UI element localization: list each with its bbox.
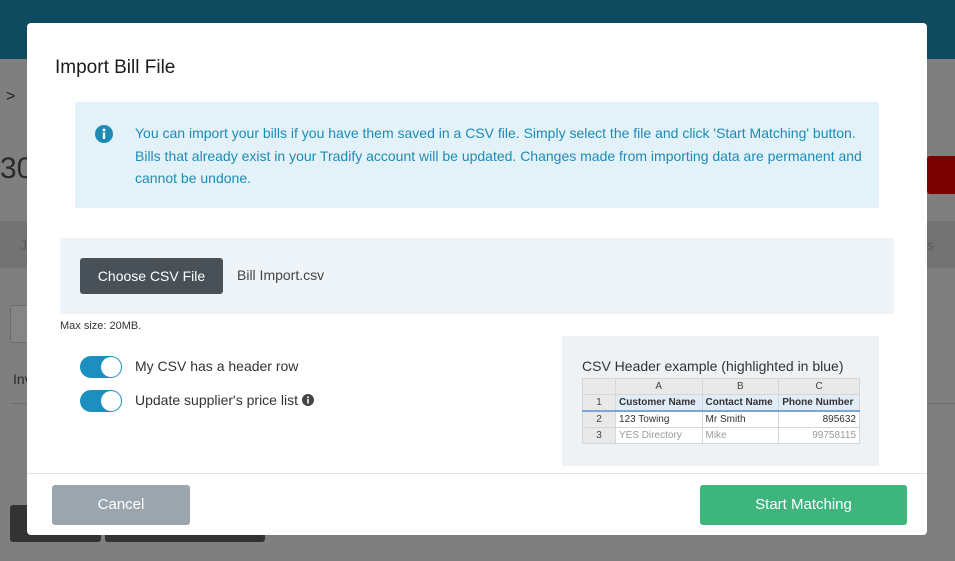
sheet-row-number: 2 [582,410,616,428]
sheet-row-number: 3 [582,427,616,444]
sheet-column-header-row: A B C [582,378,860,395]
sheet-cell: 895632 [778,410,860,428]
sheet-cell: Mike [701,427,780,444]
background-tab-fragment-right: s [927,237,934,253]
choose-csv-file-button[interactable]: Choose CSV File [80,258,223,294]
sheet-cell: Mr Smith [701,410,780,428]
sheet-column-header: B [701,378,780,395]
update-price-list-toggle[interactable] [80,390,122,412]
sheet-cell: YES Directory [615,427,703,444]
import-bill-modal: Import Bill File You can import your bil… [27,23,927,535]
info-alert: You can import your bills if you have th… [75,102,879,208]
sheet-cell: Contact Name [701,394,780,412]
breadcrumb-chevron-icon: > [6,88,16,105]
example-spreadsheet: A B C 1 Customer Name Contact Name Phone… [582,378,860,444]
sheet-row-number: 1 [582,394,616,412]
sheet-column-header: A [615,378,703,395]
background-action-button [927,156,955,194]
csv-header-example: CSV Header example (highlighted in blue)… [562,336,879,466]
sheet-cell: Customer Name [615,394,703,412]
info-circle-icon[interactable] [301,394,314,406]
sheet-corner-cell [582,378,616,395]
sheet-cell: Phone Number [778,394,860,412]
modal-title: Import Bill File [55,57,176,78]
sheet-row: 3 YES Directory Mike 99758115 [582,427,860,444]
toggle-knob [101,357,121,377]
sheet-cell: 99758115 [778,427,860,444]
sheet-row: 2 123 Towing Mr Smith 895632 [582,410,860,428]
sheet-header-row-highlighted: 1 Customer Name Contact Name Phone Numbe… [582,394,860,412]
background-tab-fragment: J [20,237,27,253]
selected-file-name: Bill Import.csv [237,267,325,283]
file-select-panel: Choose CSV File Bill Import.csv [60,238,894,314]
header-row-toggle-label: My CSV has a header row [135,358,299,374]
update-price-list-label-wrap: Update supplier's price list [135,392,314,408]
modal-footer: Cancel Start Matching [27,473,927,535]
sheet-cell: 123 Towing [615,410,703,428]
toggle-knob [101,391,121,411]
cancel-button[interactable]: Cancel [52,485,190,525]
info-circle-icon [95,125,113,143]
start-matching-button[interactable]: Start Matching [700,485,907,525]
info-text: You can import your bills if you have th… [135,125,862,186]
sheet-column-header: C [778,378,860,395]
update-price-list-label: Update supplier's price list [135,392,298,408]
max-size-hint: Max size: 20MB. [60,320,142,332]
header-row-toggle[interactable] [80,356,122,378]
example-title: CSV Header example (highlighted in blue) [582,358,844,374]
